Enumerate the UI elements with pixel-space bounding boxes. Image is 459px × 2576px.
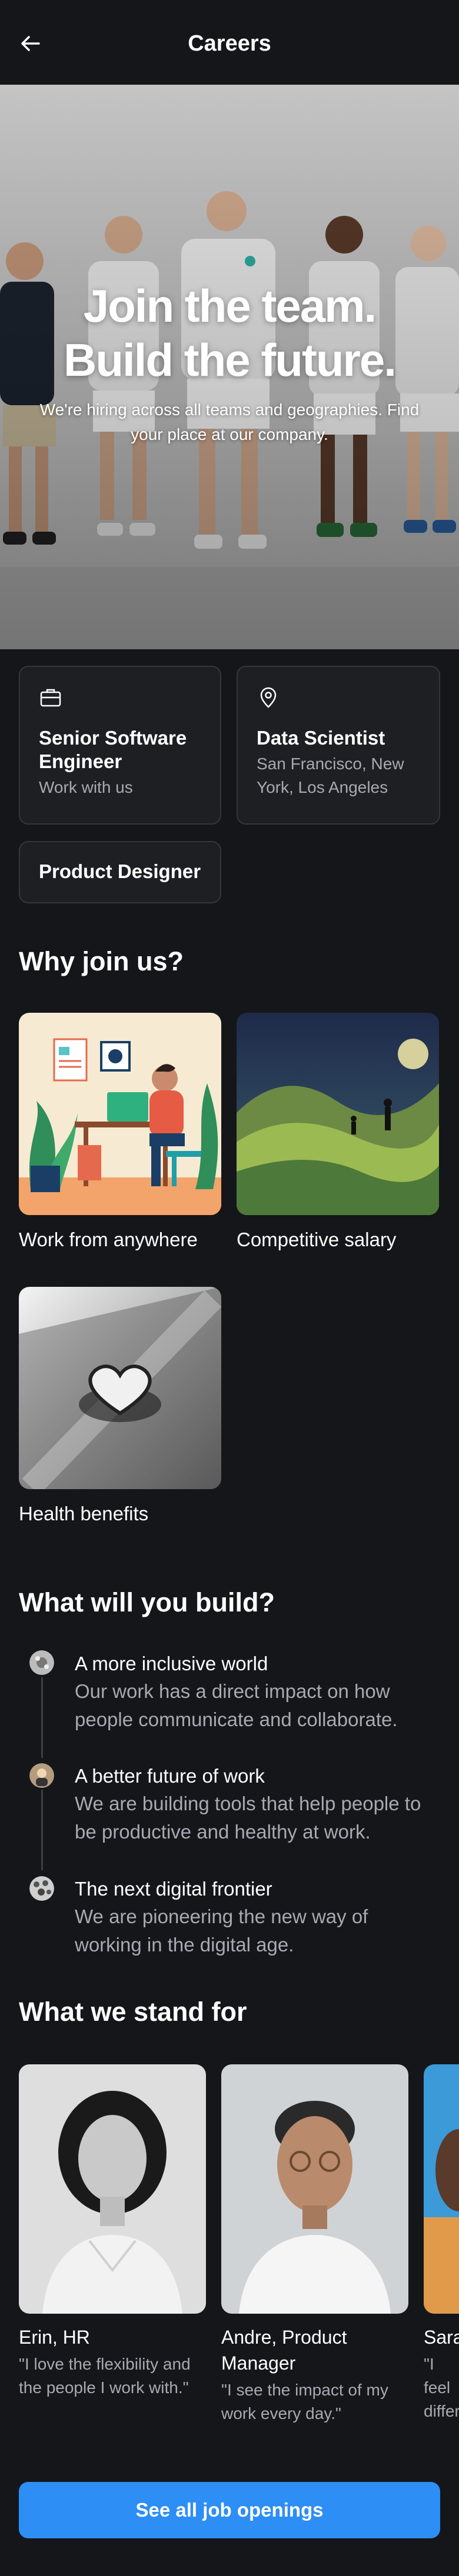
job-card-senior-software-engineer[interactable]: Senior Software Engineer Work with us [19,666,221,825]
job-card-data-scientist[interactable]: Data Scientist San Francisco, New York, … [237,666,440,825]
person-photo-sara[interactable] [424,2064,459,2314]
person-photo-andre[interactable] [221,2064,408,2314]
benefit-label: Work from anywhere [19,1229,198,1250]
timeline-connector [41,1677,43,1758]
job-title: Data Scientist [257,727,385,749]
timeline-connector [41,1790,43,1870]
build-item-body: We are building tools that help people t… [75,1793,421,1843]
hero-banner: Join the team. Build the future. We're h… [0,85,459,649]
timeline-avatar [29,1876,54,1901]
briefcase-icon [40,689,61,707]
build-item-body: Our work has a direct impact on how peop… [75,1680,398,1730]
build-item-title: The next digital frontier [75,1878,272,1900]
job-subtitle: Work with us [39,778,133,796]
timeline-avatar [29,1763,54,1788]
benefit-label: Competitive salary [237,1229,397,1250]
work-from-anywhere-image[interactable] [19,1013,221,1215]
job-subtitle: San Francisco, New York, Los Angeles [257,755,404,796]
illustration-landscape [237,1013,439,1215]
person-name: Erin, HR [19,2327,90,2348]
portrait-erin [19,2064,206,2314]
timeline-avatar [29,1650,54,1675]
person-quote: "I see the impact of my work every day." [221,2381,388,2422]
map-pin-icon [260,687,277,708]
competitive-salary-image[interactable] [237,1013,439,1215]
see-all-job-openings-button[interactable]: See all job openings [19,2482,440,2538]
person-quote: "I feel differ [424,2355,459,2420]
hero-title: Join the team. Build the future. [64,280,397,386]
page-title: Careers [188,31,271,56]
build-item-title: A better future of work [75,1765,265,1787]
job-title: Product Designer [39,860,201,882]
person-quote: "I love the flexibility and the people I… [19,2355,191,2397]
build-item-body: We are pioneering the new way of working… [75,1906,368,1956]
illustration-heart [19,1287,221,1489]
illustration-remote-work [19,1013,221,1215]
job-title: Senior Software Engineer [39,727,187,772]
benefit-label: Health benefits [19,1503,149,1524]
build-heading: What will you build? [19,1587,275,1617]
person-name: Andre, Product Manager [221,2327,347,2374]
hero-subtitle: We're hiring across all teams and geogra… [39,401,420,443]
health-benefits-image[interactable] [19,1287,221,1489]
portrait-andre [221,2064,408,2314]
portrait-sara [424,2064,459,2314]
why-join-heading: Why join us? [19,946,184,976]
person-photo-erin[interactable] [19,2064,206,2314]
build-item-title: A more inclusive world [75,1653,268,1674]
top-bar: Careers [0,0,459,85]
stand-for-heading: What we stand for [19,1997,247,2027]
job-card-product-designer[interactable]: Product Designer [19,841,221,903]
careers-page: Careers Join the team. Build the future.… [0,0,459,2576]
person-name: Sara [424,2327,459,2348]
